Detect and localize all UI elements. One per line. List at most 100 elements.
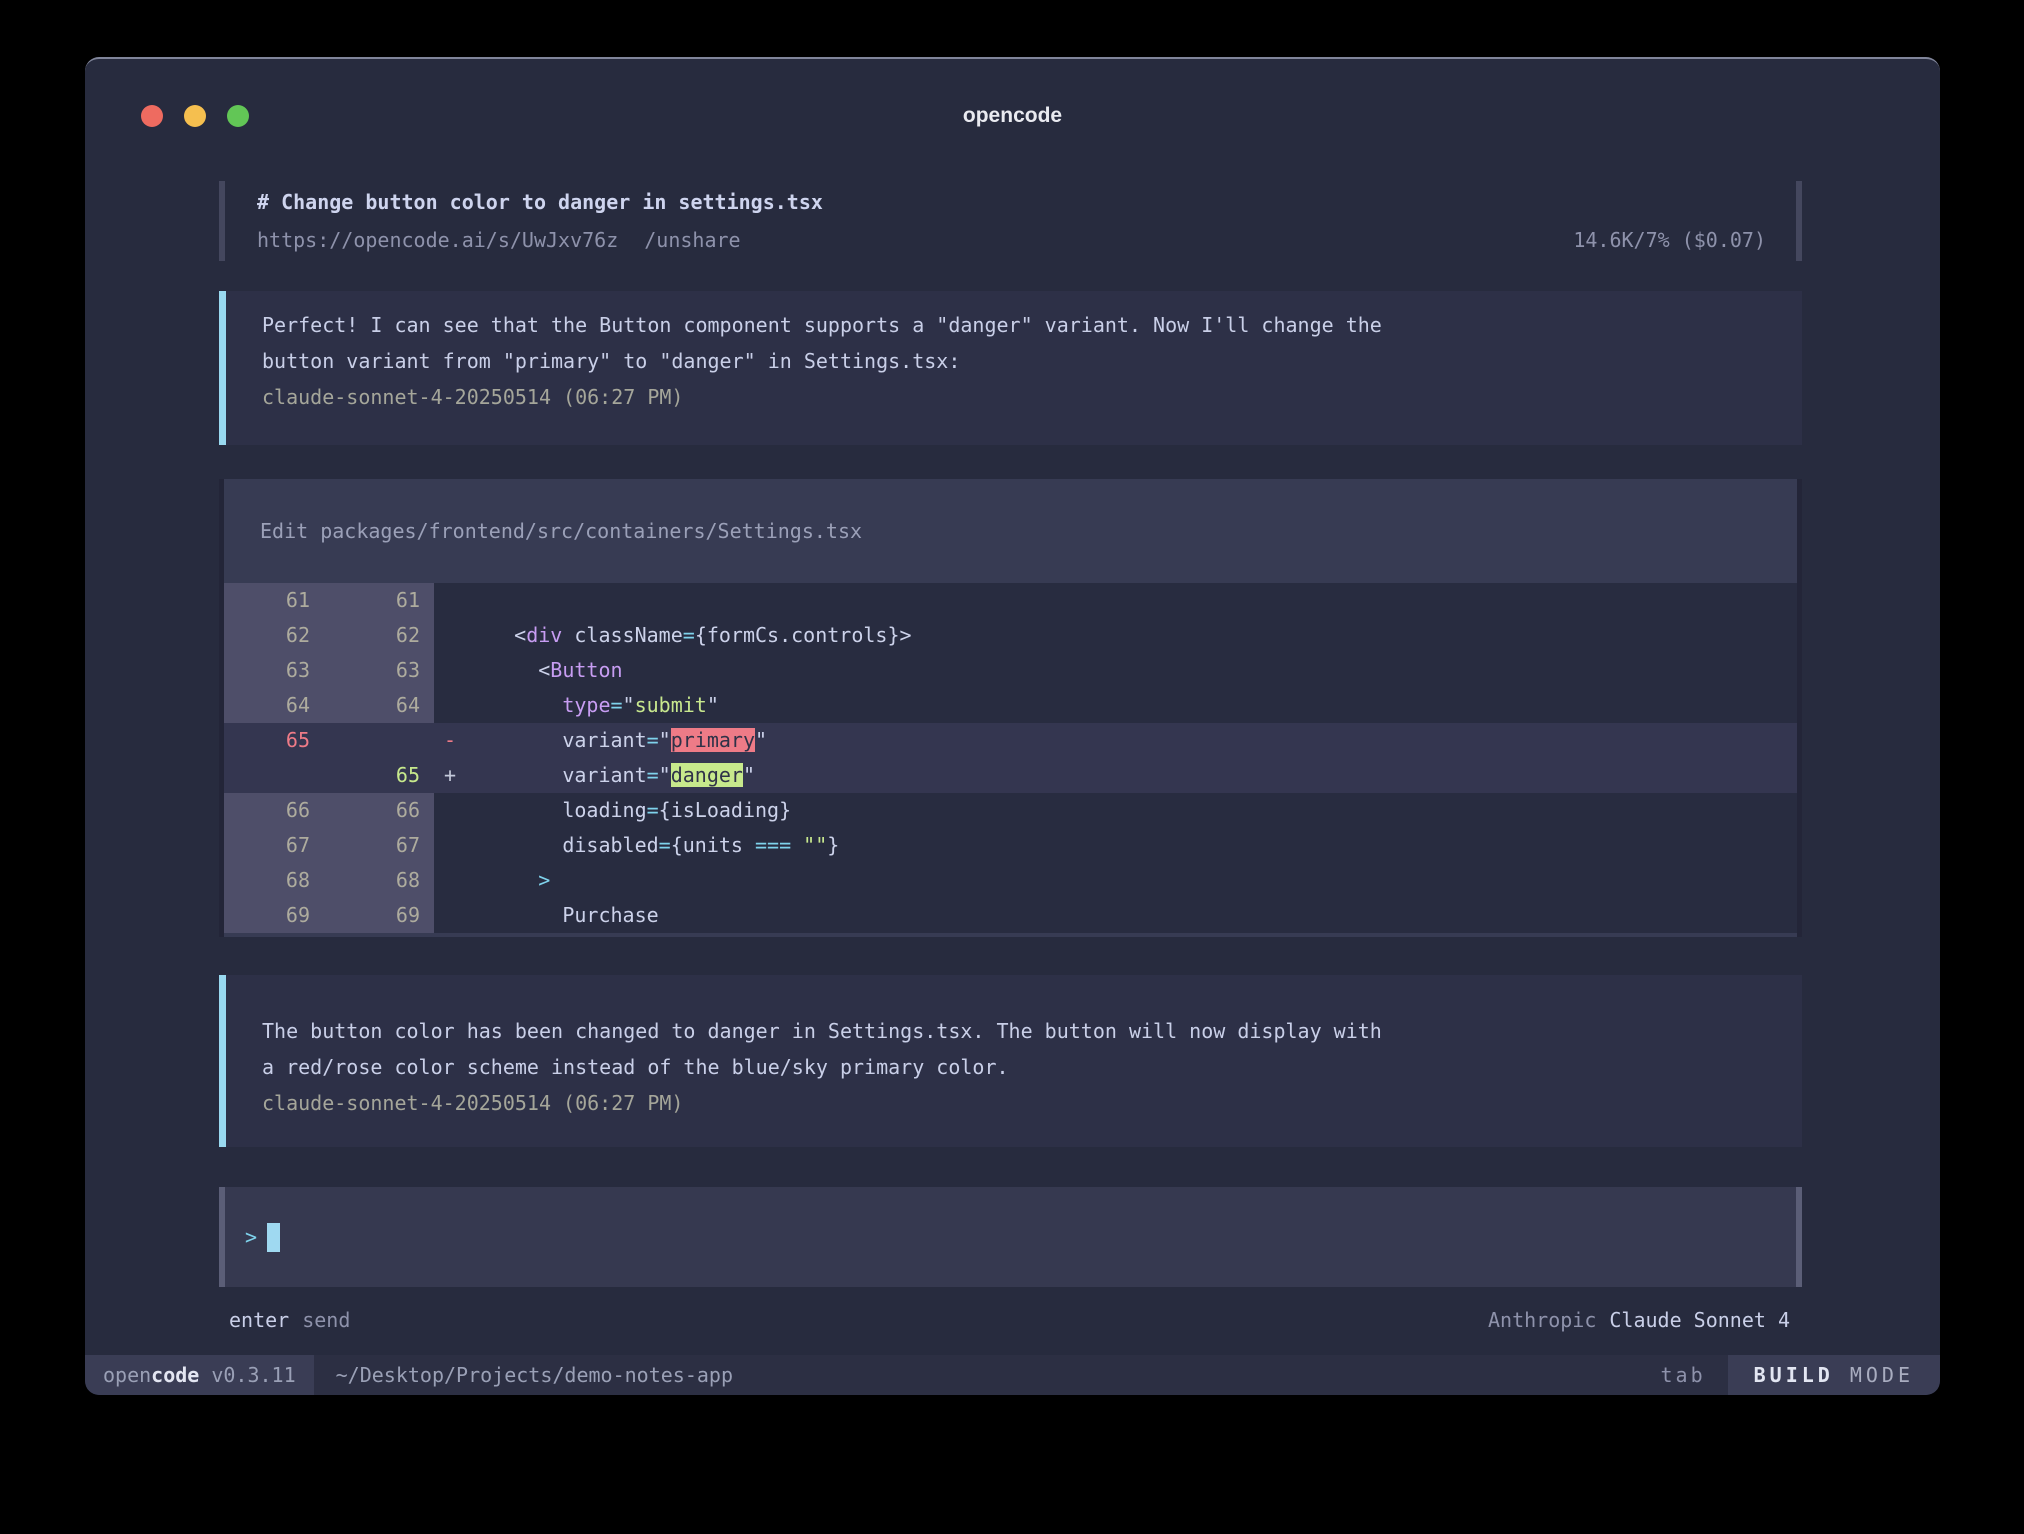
old-line-number: 64 <box>224 688 324 723</box>
code-line: loading={isLoading} <box>466 793 1797 828</box>
old-line-number <box>224 758 324 793</box>
code-token: className <box>562 623 682 647</box>
close-button[interactable] <box>141 105 163 127</box>
session-title: # Change button color to danger in setti… <box>257 183 1766 221</box>
new-line-number: 61 <box>324 583 434 618</box>
code-line <box>466 583 1797 618</box>
model-timestamp: claude-sonnet-4-20250514 (06:27 PM) <box>262 1085 1778 1121</box>
diff-marker: - <box>434 723 466 758</box>
prompt-chevron: > <box>245 1225 257 1249</box>
code-token: {units <box>671 833 755 857</box>
code-token: variant <box>466 763 647 787</box>
code-line: variant="danger" <box>466 758 1797 793</box>
code-token <box>791 833 803 857</box>
app-name-open: open <box>103 1363 151 1387</box>
enter-key-hint: enter <box>229 1303 289 1337</box>
diff-row: 6464 type="submit" <box>224 688 1797 723</box>
old-line-number: 66 <box>224 793 324 828</box>
old-line-number: 62 <box>224 618 324 653</box>
diff-row: 6868 > <box>224 863 1797 898</box>
old-line-number: 65 <box>224 723 324 758</box>
code-line: <Button <box>466 653 1797 688</box>
new-line-number: 68 <box>324 863 434 898</box>
assistant-message: The button color has been changed to dan… <box>219 975 1802 1147</box>
statusbar-spacer <box>733 1355 1660 1395</box>
code-token: {formCs.controls}> <box>695 623 912 647</box>
code-line: disabled={units === ""} <box>466 828 1797 863</box>
code-token: type <box>562 693 610 717</box>
mode-label: MODE <box>1850 1363 1914 1387</box>
diff-marker <box>434 583 466 618</box>
code-token: " <box>659 763 671 787</box>
token-usage: 14.6K/7% ($0.07) <box>1573 221 1766 259</box>
diff-marker <box>434 688 466 723</box>
working-directory: ~/Desktop/Projects/demo-notes-app <box>336 1355 733 1395</box>
share-url[interactable]: https://opencode.ai/s/UwJxv76z <box>257 221 618 259</box>
app-name-code: code <box>151 1363 199 1387</box>
code-token: {isLoading} <box>659 798 791 822</box>
new-line-number: 69 <box>324 898 434 933</box>
maximize-button[interactable] <box>227 105 249 127</box>
code-line: <div className={formCs.controls}> <box>466 618 1797 653</box>
diff-table: 61616262 <div className={formCs.controls… <box>224 583 1797 933</box>
code-token: < <box>466 623 526 647</box>
diff-marker <box>434 898 466 933</box>
message-text: a red/rose color scheme instead of the b… <box>262 1049 1778 1085</box>
code-token: > <box>538 868 550 892</box>
code-token: disabled <box>466 833 659 857</box>
tab-key-hint[interactable]: tab <box>1660 1355 1705 1395</box>
code-token <box>466 868 538 892</box>
code-token: div <box>526 623 562 647</box>
diff-row: 6666 loading={isLoading} <box>224 793 1797 828</box>
status-bar: opencode v0.3.11 ~/Desktop/Projects/demo… <box>85 1355 1940 1395</box>
diff-marker <box>434 793 466 828</box>
unshare-command[interactable]: /unshare <box>644 221 740 259</box>
code-token: " <box>623 693 635 717</box>
code-token: variant <box>466 728 647 752</box>
model-indicator[interactable]: AnthropicClaude Sonnet 4 <box>1488 1303 1790 1337</box>
text-cursor <box>267 1223 280 1252</box>
old-line-number: 63 <box>224 653 324 688</box>
new-line-number: 66 <box>324 793 434 828</box>
code-token: } <box>827 833 839 857</box>
code-line: variant="primary" <box>466 723 1797 758</box>
code-token: loading <box>466 798 647 822</box>
diff-marker: + <box>434 758 466 793</box>
prompt-input[interactable]: > <box>219 1187 1802 1287</box>
traffic-lights <box>141 105 249 127</box>
minimize-button[interactable] <box>184 105 206 127</box>
old-line-number: 69 <box>224 898 324 933</box>
code-line: > <box>466 863 1797 898</box>
app-version: v0.3.11 <box>211 1363 295 1387</box>
message-text: The button color has been changed to dan… <box>262 1013 1778 1049</box>
diff-file-header: Edit packages/frontend/src/containers/Se… <box>224 479 1797 583</box>
mode-value: BUILD <box>1754 1363 1834 1387</box>
new-line-number: 64 <box>324 688 434 723</box>
code-token: === <box>755 833 791 857</box>
code-token: "" <box>803 833 827 857</box>
new-line-number: 67 <box>324 828 434 863</box>
titlebar: opencode <box>85 59 1940 151</box>
code-token: < <box>466 658 550 682</box>
old-line-number: 68 <box>224 863 324 898</box>
code-token: submit <box>635 693 707 717</box>
code-token: Purchase <box>466 903 659 927</box>
code-line: Purchase <box>466 898 1797 933</box>
code-token: primary <box>671 728 755 752</box>
old-line-number: 67 <box>224 828 324 863</box>
code-token: Button <box>550 658 622 682</box>
code-token: " <box>707 693 719 717</box>
code-token: " <box>659 728 671 752</box>
session-header: # Change button color to danger in setti… <box>219 181 1802 261</box>
session-meta: https://opencode.ai/s/UwJxv76z /unshare … <box>257 221 1766 259</box>
new-line-number: 65 <box>324 758 434 793</box>
code-token: " <box>755 728 767 752</box>
mode-segment[interactable]: BUILD MODE <box>1728 1355 1940 1395</box>
opencode-window: opencode # Change button color to danger… <box>85 57 1940 1395</box>
diff-row: 6969 Purchase <box>224 898 1797 933</box>
diff-row: 65+ variant="danger" <box>224 758 1797 793</box>
model-name: Claude Sonnet 4 <box>1609 1308 1790 1332</box>
code-token: " <box>743 763 755 787</box>
new-line-number: 62 <box>324 618 434 653</box>
new-line-number: 63 <box>324 653 434 688</box>
